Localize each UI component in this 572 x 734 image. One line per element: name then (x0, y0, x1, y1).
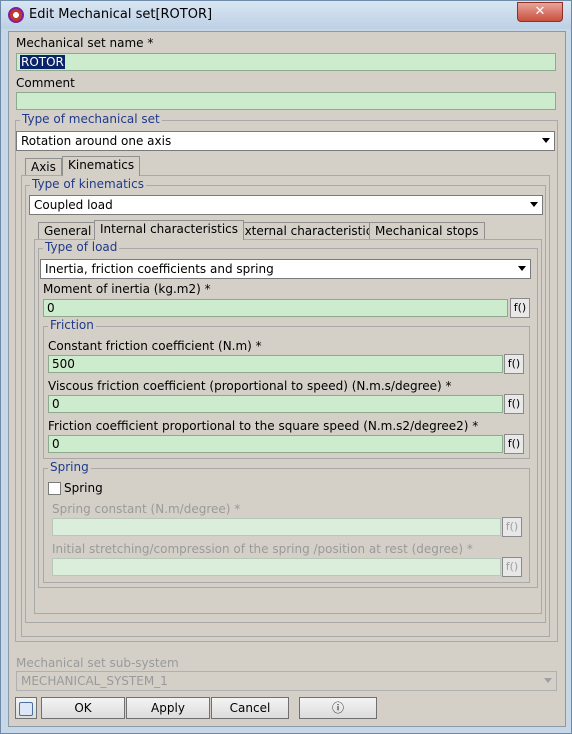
spring-constant-input[interactable] (52, 518, 501, 536)
tab-external-characteristics[interactable]: External characteristics (231, 222, 385, 240)
friction-title: Friction (48, 318, 96, 332)
edit-mechanical-set-window: Edit Mechanical set[ROTOR] ✕ Mechanical … (0, 0, 572, 734)
spring-constant-label: Spring constant (N.m/degree) * (52, 502, 241, 516)
inertia-input[interactable]: 0 (43, 299, 508, 317)
subsystem-select[interactable]: MECHANICAL_SYSTEM_1 (16, 671, 557, 691)
spring-constant-function-button[interactable]: f() (502, 517, 522, 537)
cancel-button[interactable]: Cancel (211, 697, 289, 719)
load-type-select[interactable]: Inertia, friction coefficients and sprin… (40, 259, 531, 279)
help-icon (19, 702, 33, 716)
square-friction-function-button[interactable]: f() (504, 434, 524, 454)
comment-label: Comment (16, 76, 75, 90)
comment-input[interactable] (16, 92, 556, 110)
load-type-value: Inertia, friction coefficients and sprin… (45, 262, 274, 276)
viscous-friction-input[interactable]: 0 (48, 395, 503, 413)
spring-checkbox[interactable] (48, 482, 61, 495)
close-button[interactable]: ✕ (517, 2, 563, 22)
chevron-down-icon (542, 138, 550, 143)
tab-general[interactable]: General (38, 222, 98, 240)
chevron-down-icon (530, 202, 538, 207)
tab-internal-characteristics[interactable]: Internal characteristics (94, 220, 244, 240)
square-friction-input[interactable]: 0 (48, 435, 503, 453)
spring-title: Spring (48, 460, 91, 474)
constant-friction-function-button[interactable]: f() (504, 354, 524, 374)
dialog-body: Mechanical set name * ROTOR Comment Type… (8, 31, 566, 727)
info-button[interactable]: ⓘ (299, 697, 377, 719)
subsystem-label: Mechanical set sub-system (16, 656, 179, 670)
mechanical-set-type-value: Rotation around one axis (21, 134, 172, 148)
square-friction-label: Friction coefficient proportional to the… (48, 419, 479, 433)
kinematics-type-value: Coupled load (34, 198, 113, 212)
window-title: Edit Mechanical set[ROTOR] (29, 7, 213, 22)
subsystem-value: MECHANICAL_SYSTEM_1 (21, 674, 168, 688)
spring-stretch-input[interactable] (52, 558, 501, 576)
type-of-mechanical-set-title: Type of mechanical set (20, 112, 162, 126)
kinematics-type-select[interactable]: Coupled load (29, 195, 543, 215)
apply-button[interactable]: Apply (126, 697, 210, 719)
help-button[interactable] (15, 697, 37, 719)
viscous-friction-function-button[interactable]: f() (504, 394, 524, 414)
inertia-label: Moment of inertia (kg.m2) * (43, 282, 211, 296)
name-label: Mechanical set name * (16, 36, 154, 50)
tab-kinematics[interactable]: Kinematics (62, 156, 141, 176)
chevron-down-icon (544, 678, 552, 683)
title-bar: Edit Mechanical set[ROTOR] ✕ (1, 1, 571, 29)
spring-checkbox-label[interactable]: Spring (64, 481, 103, 495)
spring-stretch-label: Initial stretching/compression of the sp… (52, 542, 473, 556)
mechanical-set-type-select[interactable]: Rotation around one axis (16, 131, 555, 151)
tab-mechanical-stops[interactable]: Mechanical stops (369, 222, 485, 240)
constant-friction-input[interactable]: 500 (48, 355, 503, 373)
type-of-kinematics-title: Type of kinematics (30, 177, 146, 191)
name-value: ROTOR (20, 55, 65, 69)
tab-axis[interactable]: Axis (25, 158, 62, 176)
spring-stretch-function-button[interactable]: f() (502, 557, 522, 577)
viscous-friction-label: Viscous friction coefficient (proportion… (48, 379, 452, 393)
ok-button[interactable]: OK (41, 697, 125, 719)
app-logo-icon (8, 7, 24, 23)
constant-friction-label: Constant friction coefficient (N.m) * (48, 339, 262, 353)
name-input[interactable]: ROTOR (16, 53, 556, 71)
inertia-function-button[interactable]: f() (510, 298, 530, 318)
type-of-load-title: Type of load (43, 240, 120, 254)
chevron-down-icon (518, 266, 526, 271)
